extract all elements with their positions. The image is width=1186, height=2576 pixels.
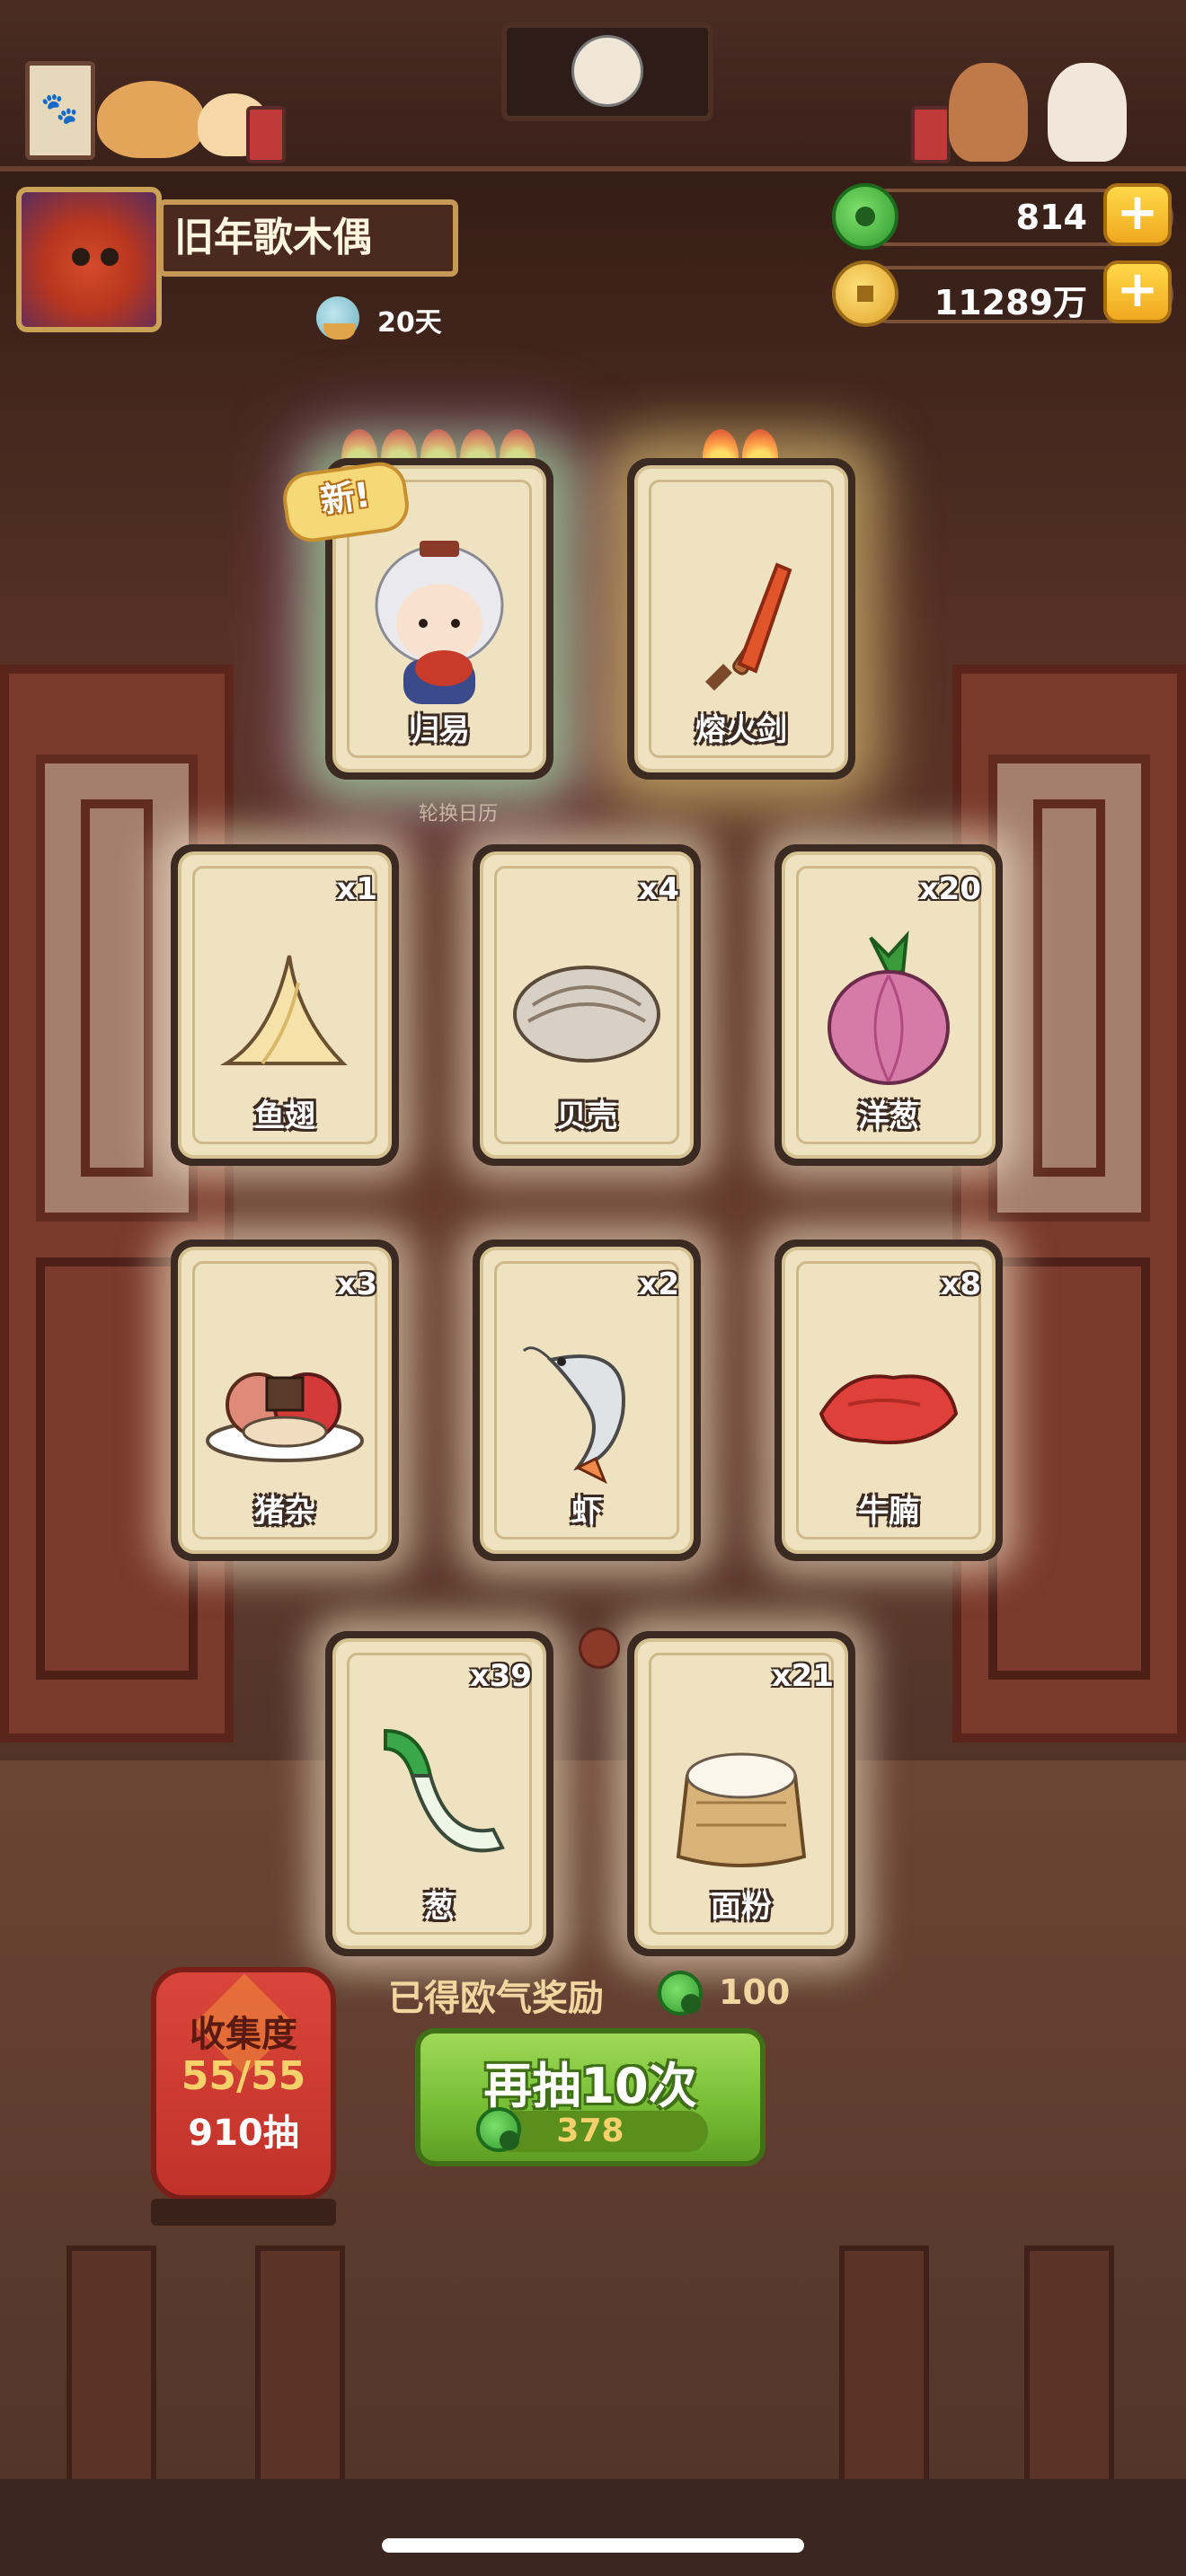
collection-title: 收集度 [190,2014,297,2055]
coin-icon [832,260,898,327]
calendar-bowl-icon [316,296,359,340]
days-count: 20天 [377,307,442,339]
npc-white-cat-icon [1048,63,1127,162]
add-coins-button[interactable]: + [1103,260,1172,323]
shark-fin-icon [208,938,361,1085]
draw-button-label: 再抽10次 [483,2058,697,2114]
item-card[interactable]: x3 猪杂 [171,1239,399,1561]
card-label: 归易 [409,712,470,748]
item-count: x21 [771,1658,834,1694]
item-count: x4 [638,871,679,907]
shrimp-icon [515,1324,659,1489]
right-lattice-door [952,665,1186,1742]
fence-post [1024,2245,1114,2488]
collection-lantern[interactable]: 收集度 55/55 910抽 [151,1967,336,2228]
coin-amount: 11289万 [934,283,1087,322]
draw-cost: 378 [556,2113,624,2149]
beef-brisket-icon [812,1351,965,1462]
paw-scroll-icon[interactable] [25,61,95,160]
rotation-calendar-label: 轮换日历 [419,803,499,825]
item-count: x2 [638,1266,679,1302]
item-card[interactable]: x20 洋葱 [774,844,1003,1166]
item-card[interactable]: x4 贝壳 [473,844,701,1166]
bottom-bar [0,2479,1186,2576]
top-decor-strip [0,0,1186,172]
jade-amount: 814 [1015,198,1087,237]
featured-card-sword[interactable]: 熔火剑 [627,458,855,780]
pork-offal-icon [204,1342,366,1471]
home-indicator[interactable] [382,2538,804,2553]
hanging-portrait-icon [501,22,713,121]
collection-progress: 55/55 [181,2053,306,2099]
clam-shell-icon [506,951,668,1072]
small-lantern-icon [911,106,951,163]
item-count: x39 [469,1658,532,1694]
left-lattice-door [0,665,234,1742]
item-count: x8 [940,1266,981,1302]
draw-10-again-button[interactable]: 再抽10次 378 [415,2028,766,2166]
card-label: 鱼翅 [254,1098,315,1134]
small-lantern-icon [246,106,286,163]
card-label: 葱 [424,1889,455,1925]
npc-girl-icon [949,63,1028,162]
card-label: 熔火剑 [695,712,787,748]
card-label: 牛腩 [858,1494,919,1530]
total-draws: 910抽 [188,2113,299,2154]
card-label: 贝壳 [556,1098,617,1134]
fence-post [255,2245,345,2488]
gem-ornament-icon [579,1628,620,1669]
character-portrait-icon [358,534,520,717]
card-label: 虾 [571,1494,602,1530]
item-card[interactable]: x21 面粉 [627,1631,855,1956]
sword-icon [669,538,813,712]
scallion-icon [358,1713,520,1887]
card-label: 猪杂 [254,1494,315,1530]
item-card[interactable]: x2 虾 [473,1239,701,1561]
item-count: x1 [336,871,377,907]
player-name: 旧年歌木偶 [158,199,458,277]
onion-icon [817,929,960,1094]
player-avatar[interactable] [16,187,162,332]
item-count: x20 [918,871,981,907]
fence-post [839,2245,929,2488]
item-count: x3 [336,1266,377,1302]
add-jade-button[interactable]: + [1103,183,1172,246]
fence-post [66,2245,156,2488]
jade-icon [658,1971,703,2016]
reward-label: 已得欧气奖励 [388,1978,604,2019]
item-card[interactable]: x1 鱼翅 [171,844,399,1166]
lantern-stand [151,2199,336,2226]
sleeping-cat-icon [97,81,205,158]
item-card[interactable]: x8 牛腩 [774,1239,1003,1561]
card-label: 洋葱 [858,1098,919,1134]
reward-amount: 100 [719,1972,791,2012]
flour-sack-icon [660,1722,822,1878]
card-label: 面粉 [711,1889,772,1925]
jade-icon [832,183,898,250]
item-card[interactable]: x39 葱 [325,1631,553,1956]
